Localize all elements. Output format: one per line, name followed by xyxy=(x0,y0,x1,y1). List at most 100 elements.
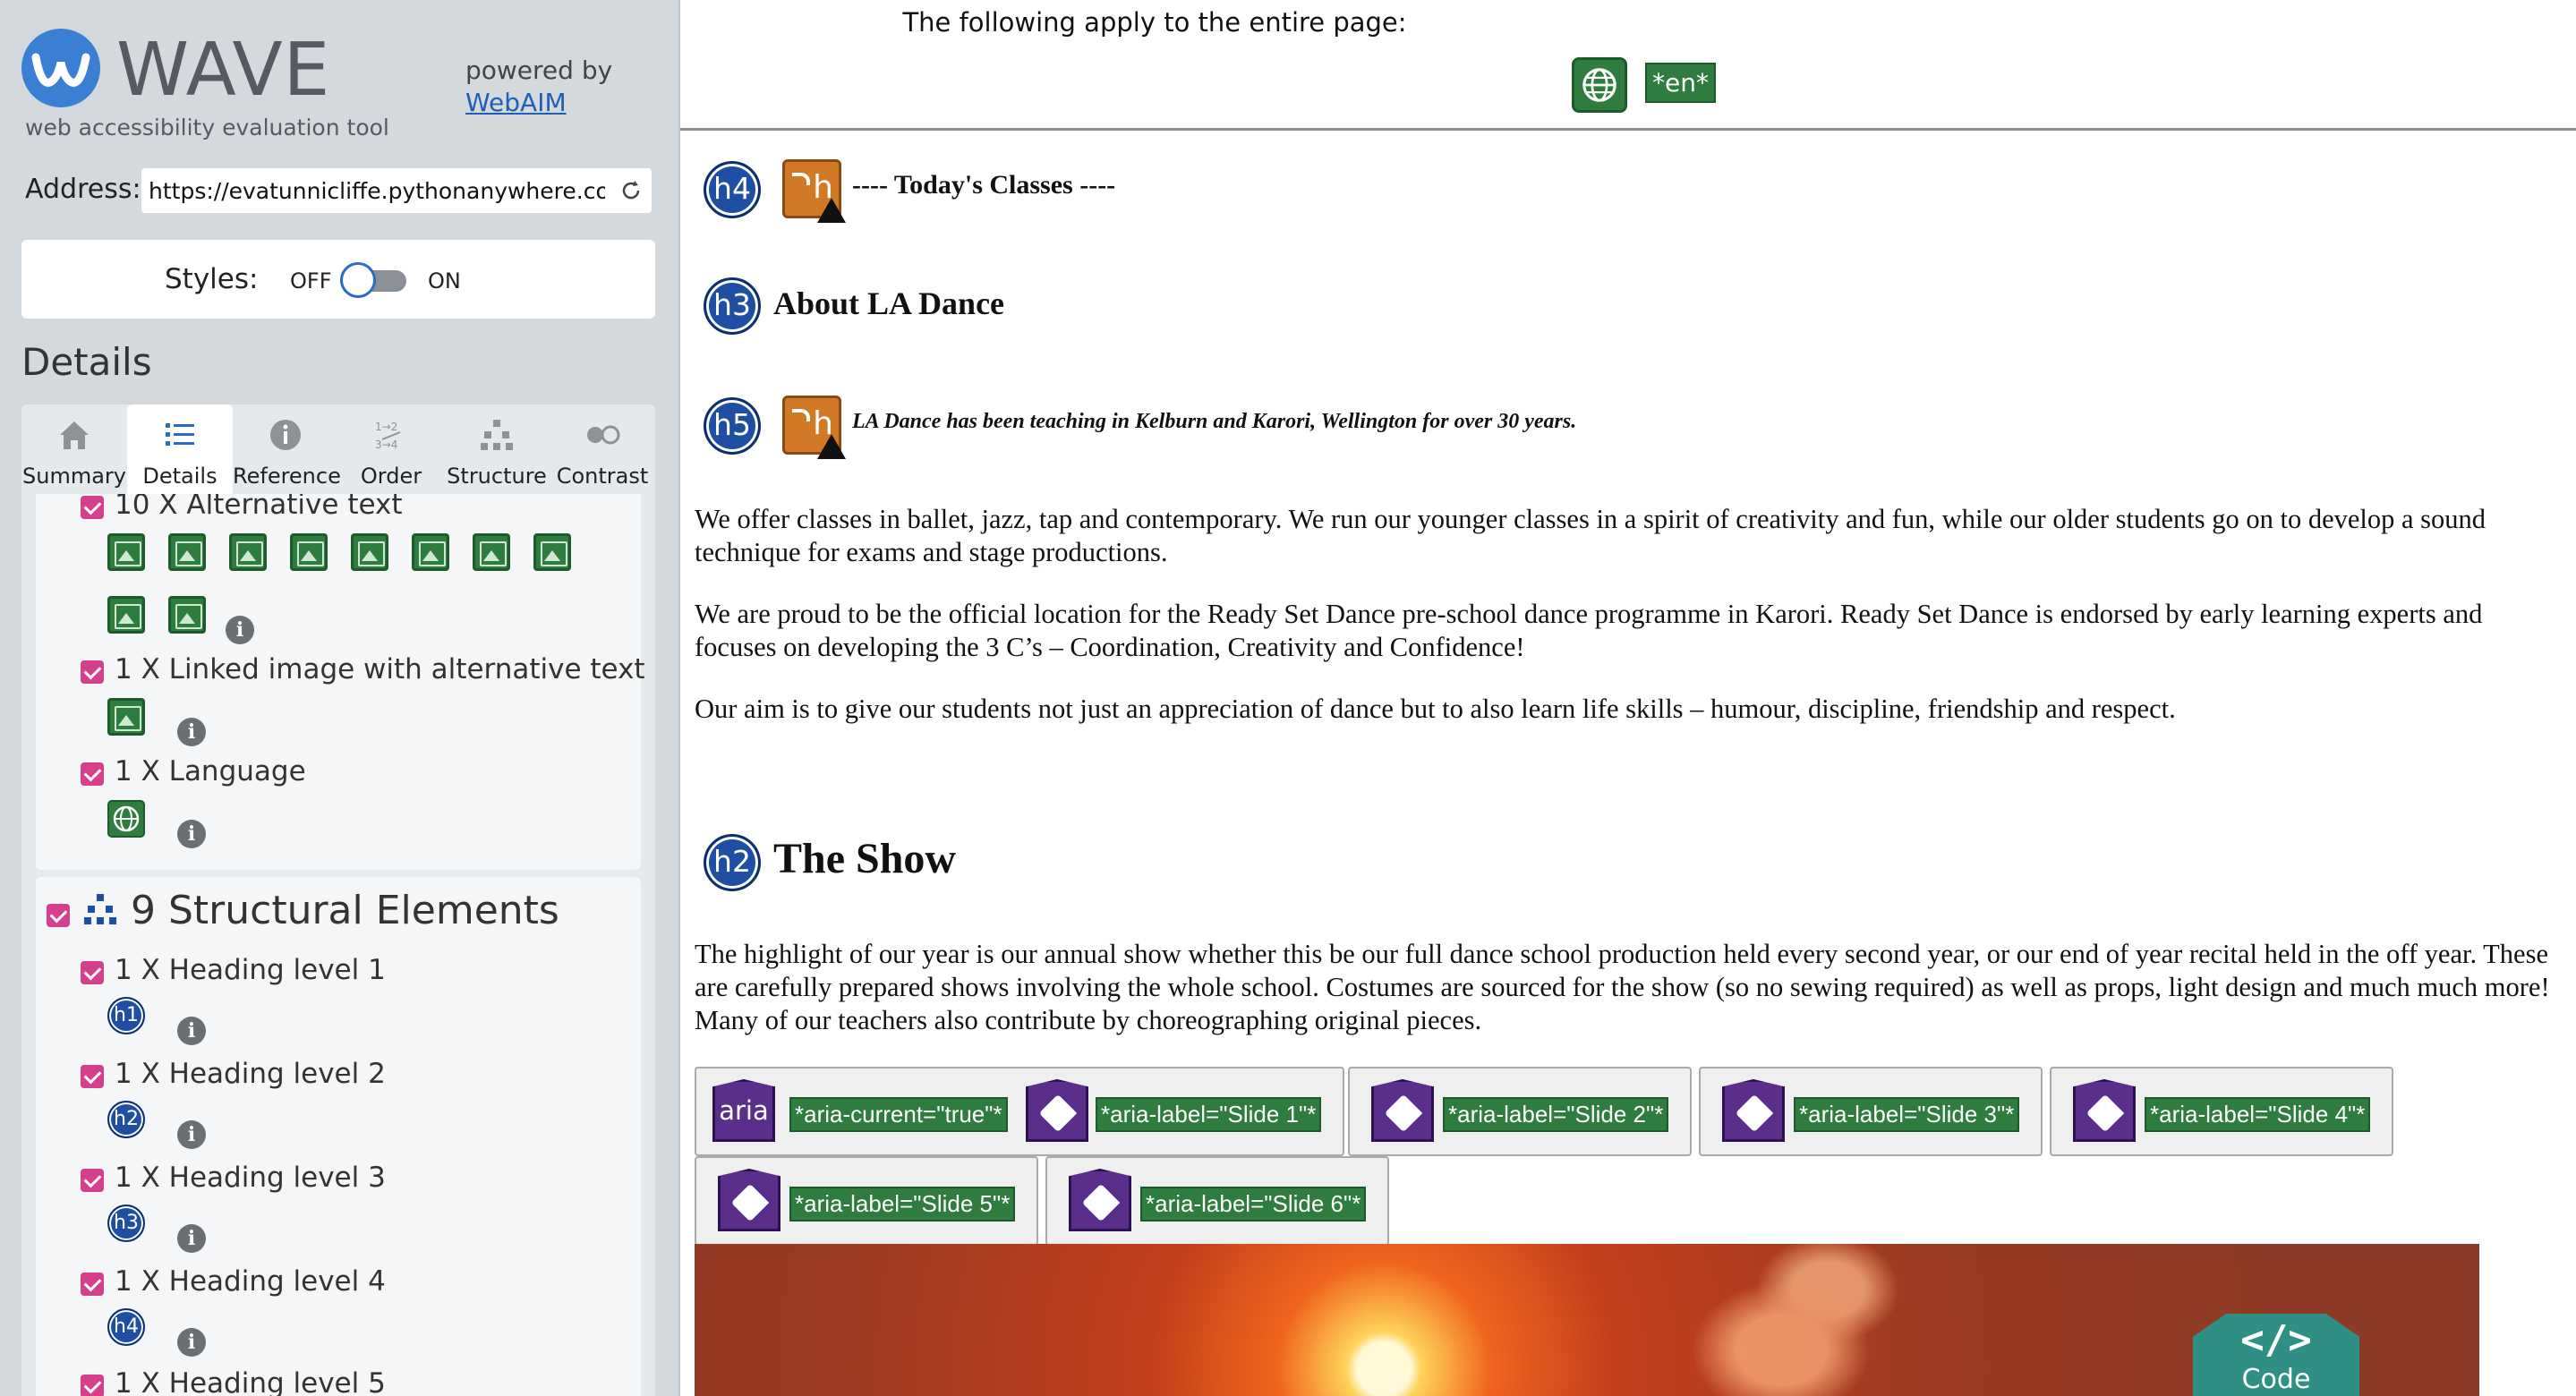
code-button[interactable]: </> Code xyxy=(2193,1314,2359,1396)
tab-structure[interactable]: Structure xyxy=(444,404,550,494)
carousel-indicator[interactable]: *aria-label="Slide 3"* xyxy=(1699,1067,2043,1156)
aria-label-tag-icon[interactable] xyxy=(718,1169,780,1231)
wave-sidebar: WAVE web accessibility evaluation tool p… xyxy=(0,0,678,1396)
wave-logo-icon xyxy=(21,29,100,107)
image-alt-icon[interactable] xyxy=(412,533,449,571)
paragraph: We are proud to be the official location… xyxy=(695,599,2483,662)
alt-text-label: 10 X Alternative text xyxy=(115,494,403,521)
heading-5-badge[interactable]: h5 xyxy=(704,397,761,455)
heading-3-info-icon[interactable]: i xyxy=(177,1224,206,1253)
aria-label-text: *aria-label="Slide 4"* xyxy=(2145,1097,2371,1132)
possible-heading-alert-icon[interactable]: h xyxy=(782,396,846,459)
image-alt-icon[interactable] xyxy=(533,533,571,571)
heading-2-checkbox[interactable] xyxy=(81,1065,104,1088)
heading-1-badge[interactable]: h1 xyxy=(107,997,145,1034)
alt-text-info-icon[interactable]: i xyxy=(226,616,254,644)
styles-toggle-switch[interactable] xyxy=(340,262,410,298)
heading-3-badge[interactable]: h3 xyxy=(704,277,761,335)
heading-2-badge[interactable]: h2 xyxy=(107,1101,145,1138)
image-alt-icon[interactable] xyxy=(168,533,206,571)
carousel-indicator[interactable]: aria *aria-current="true"* *aria-label="… xyxy=(695,1067,1344,1156)
heading-the-show: The Show xyxy=(773,835,957,882)
info-icon xyxy=(270,420,301,450)
code-icon: </> xyxy=(2240,1317,2312,1363)
image-alt-icon[interactable] xyxy=(107,533,145,571)
powered-by-text: powered by xyxy=(465,55,613,85)
language-info-icon[interactable]: i xyxy=(177,820,206,848)
list-icon xyxy=(166,423,194,446)
possible-heading-alert-icon[interactable]: h xyxy=(782,159,846,223)
carousel-indicator[interactable]: *aria-label="Slide 4"* xyxy=(2050,1067,2393,1156)
linked-image-checkbox[interactable] xyxy=(81,660,104,684)
features-card: 10 X Alternative text i 1 X Linked image… xyxy=(36,494,645,870)
language-globe-icon[interactable] xyxy=(107,800,145,838)
heading-1-info-icon[interactable]: i xyxy=(177,1017,206,1045)
carousel-indicator[interactable]: *aria-label="Slide 2"* xyxy=(1348,1067,1692,1156)
heading-4-badge[interactable]: h4 xyxy=(107,1308,145,1346)
heading-4-badge[interactable]: h4 xyxy=(704,161,761,218)
heading-3-badge[interactable]: h3 xyxy=(107,1204,145,1242)
structural-checkbox[interactable] xyxy=(47,904,70,927)
address-label: Address: xyxy=(25,174,141,205)
styles-on-label: ON xyxy=(428,268,461,294)
aria-label-text: *aria-label="Slide 6"* xyxy=(1140,1187,1367,1222)
image-alt-icon[interactable] xyxy=(107,596,145,634)
alt-text-checkbox[interactable] xyxy=(81,496,104,519)
language-globe-icon[interactable] xyxy=(1572,57,1627,113)
toggle-knob xyxy=(340,262,376,298)
tab-label: Contrast xyxy=(556,464,649,489)
tab-summary[interactable]: Summary xyxy=(21,404,127,494)
aria-label-tag-icon[interactable] xyxy=(2073,1079,2136,1142)
heading-1-checkbox[interactable] xyxy=(81,961,104,984)
hand-silhouette xyxy=(1688,1244,1921,1396)
structural-title: 9 Structural Elements xyxy=(131,888,559,933)
details-heading: Details xyxy=(21,340,152,384)
svg-text:3→4: 3→4 xyxy=(375,438,397,451)
tab-order[interactable]: 1→2 3→4 Order xyxy=(338,404,444,494)
heading-2-info-icon[interactable]: i xyxy=(177,1120,206,1149)
linked-image-icon[interactable] xyxy=(107,698,145,736)
refresh-icon[interactable] xyxy=(619,179,643,202)
structure-icon xyxy=(84,894,116,924)
banner-text: The following apply to the entire page: xyxy=(902,7,1407,38)
aria-label-tag-icon[interactable] xyxy=(1371,1079,1434,1142)
image-alt-icon[interactable] xyxy=(168,596,206,634)
aria-label-tag-icon[interactable] xyxy=(1026,1079,1088,1142)
aria-label-tag-icon[interactable] xyxy=(1069,1169,1131,1231)
heading-4-info-icon[interactable]: i xyxy=(177,1328,206,1357)
order-icon: 1→2 3→4 xyxy=(375,421,401,451)
structure-icon xyxy=(481,420,513,450)
heading-about-la-dance: About LA Dance xyxy=(773,285,1005,321)
image-alt-icon[interactable] xyxy=(229,533,267,571)
image-alt-icon[interactable] xyxy=(473,533,510,571)
image-alt-icon[interactable] xyxy=(290,533,328,571)
language-checkbox[interactable] xyxy=(81,762,104,786)
aria-label-text: *aria-label="Slide 2"* xyxy=(1443,1097,1669,1132)
heading-1-label: 1 X Heading level 1 xyxy=(115,954,386,986)
tab-contrast[interactable]: Contrast xyxy=(550,404,655,494)
paragraph: Our aim is to give our students not just… xyxy=(695,694,2176,724)
styles-label: Styles: xyxy=(165,263,259,295)
styles-toggle-card: Styles: OFF ON xyxy=(21,240,655,319)
aria-label-text: *aria-label="Slide 1"* xyxy=(1096,1097,1322,1132)
details-panel: 10 X Alternative text i 1 X Linked image… xyxy=(21,494,655,1396)
styles-off-label: OFF xyxy=(290,268,332,294)
heading-5-checkbox[interactable] xyxy=(81,1375,104,1396)
tab-details[interactable]: Details xyxy=(127,404,233,494)
heading-3-checkbox[interactable] xyxy=(81,1169,104,1192)
tab-label: Order xyxy=(360,464,422,489)
webaim-link[interactable]: WebAIM xyxy=(465,88,567,117)
linked-image-info-icon[interactable]: i xyxy=(177,718,206,746)
address-field[interactable] xyxy=(141,168,652,213)
heading-4-checkbox[interactable] xyxy=(81,1273,104,1296)
carousel-indicator[interactable]: *aria-label="Slide 6"* xyxy=(1045,1156,1389,1246)
carousel-indicator[interactable]: *aria-label="Slide 5"* xyxy=(695,1156,1038,1246)
heading-4-label: 1 X Heading level 4 xyxy=(115,1265,386,1298)
address-input[interactable] xyxy=(149,177,605,204)
image-alt-icon[interactable] xyxy=(351,533,388,571)
svg-text:1→2: 1→2 xyxy=(375,421,397,433)
aria-icon[interactable]: aria xyxy=(712,1079,775,1142)
tab-reference[interactable]: Reference xyxy=(233,404,341,494)
heading-2-badge[interactable]: h2 xyxy=(704,834,761,891)
aria-label-tag-icon[interactable] xyxy=(1722,1079,1785,1142)
